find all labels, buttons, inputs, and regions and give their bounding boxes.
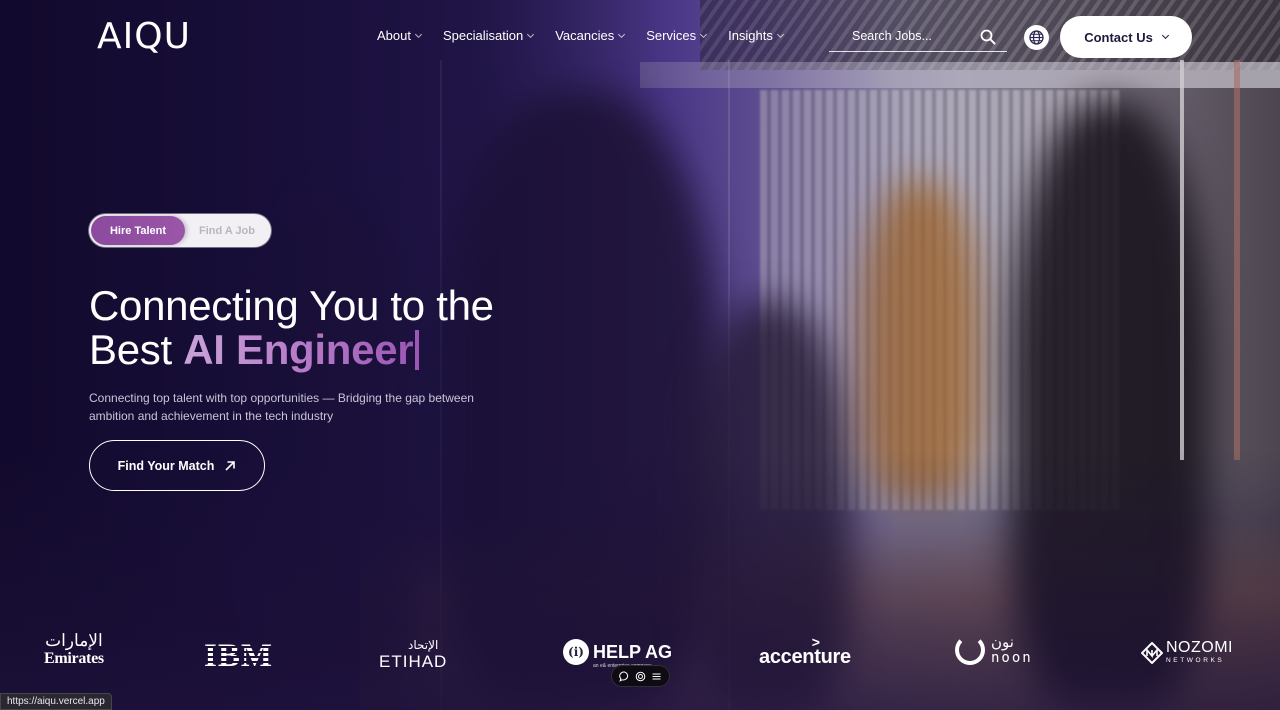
- logo-arabic-text: نون: [991, 633, 1014, 651]
- client-logo-ibm: IBM: [204, 638, 273, 675]
- client-logo-etihad: الإتحاد ETIHAD: [379, 638, 447, 672]
- logo-text: ETIHAD: [379, 652, 448, 671]
- logo-text: Emirates: [44, 650, 104, 667]
- contact-us-label: Contact Us: [1084, 29, 1153, 45]
- nav-label: Vacancies: [555, 28, 615, 43]
- cta-label: Find Your Match: [117, 458, 215, 473]
- nav-label: Insights: [728, 28, 773, 43]
- chevron-down-icon: [527, 30, 535, 39]
- client-logo-help-ag: (i) HELP AG an e& enterprise company: [563, 639, 673, 669]
- nav-item-about[interactable]: About: [377, 28, 423, 43]
- chevron-down-icon: [776, 30, 784, 39]
- logo-subtext: NETWORKS: [1166, 657, 1225, 664]
- chevron-down-icon: [700, 30, 708, 39]
- search-icon[interactable]: [979, 28, 997, 46]
- contact-us-button[interactable]: Contact Us: [1060, 16, 1192, 58]
- client-logo-emirates: الإمارات Emirates: [44, 632, 104, 668]
- chevron-down-icon: [1161, 31, 1169, 40]
- logo-arabic-text: الإمارات: [45, 631, 103, 651]
- floating-toolbar: [611, 665, 670, 687]
- comment-icon[interactable]: [619, 670, 631, 682]
- logo-text: HELP AG: [593, 641, 673, 662]
- help-ag-badge-icon: (i): [563, 639, 589, 665]
- accenture-mark-icon: >: [811, 634, 820, 650]
- arrow-up-right-icon: [225, 460, 236, 471]
- client-logo-noon: نون noon: [955, 634, 1033, 666]
- nav-label: About: [377, 28, 411, 43]
- job-search: [829, 24, 1007, 52]
- nav-label: Specialisation: [442, 28, 524, 43]
- headline-line-1: Connecting You to the: [89, 282, 494, 329]
- logo-text: NOZOMI: [1166, 639, 1233, 656]
- aiqu-logo[interactable]: AIQU: [97, 16, 191, 57]
- chevron-down-icon: [618, 30, 626, 39]
- copyright-icon[interactable]: [634, 670, 646, 682]
- headline-prefix: Best: [89, 326, 184, 373]
- hero-headline: Connecting You to the Best AI Engineer: [89, 284, 609, 372]
- nav-item-insights[interactable]: Insights: [728, 28, 784, 43]
- nav-item-services[interactable]: Services: [646, 28, 708, 43]
- nav-label: Services: [646, 28, 697, 43]
- main-nav: About Specialisation Vacancies Services …: [377, 28, 805, 43]
- client-logo-nozomi: NOZOMI NETWORKS: [1141, 640, 1233, 665]
- noon-ring-icon: [955, 635, 985, 665]
- client-logo-accenture: > accenture: [759, 634, 851, 669]
- globe-icon: [1029, 30, 1044, 45]
- toggle-hire-talent[interactable]: Hire Talent: [91, 216, 185, 245]
- nav-item-specialisation[interactable]: Specialisation: [442, 28, 535, 43]
- typing-caret: [415, 330, 420, 370]
- search-input[interactable]: [829, 24, 969, 48]
- logo-arabic-text: الإتحاد: [408, 638, 439, 652]
- site-header: AIQU About Specialisation Vacancies Serv…: [0, 0, 1280, 72]
- logo-text: noon: [991, 650, 1033, 666]
- find-your-match-button[interactable]: Find Your Match: [89, 440, 265, 491]
- logo-text: accenture: [759, 646, 851, 668]
- toggle-find-a-job[interactable]: Find A Job: [185, 216, 269, 245]
- nav-item-vacancies[interactable]: Vacancies: [555, 28, 626, 43]
- headline-typed-accent: AI Engineer: [183, 326, 414, 373]
- audience-toggle: Hire Talent Find A Job: [89, 214, 271, 247]
- nozomi-mark-icon: [1141, 641, 1163, 664]
- chevron-down-icon: [414, 30, 423, 39]
- status-bar-url: https://aiqu.vercel.app: [0, 693, 112, 710]
- language-button[interactable]: [1024, 25, 1049, 50]
- hero-subtext: Connecting top talent with top opportuni…: [89, 391, 474, 423]
- menu-icon[interactable]: [650, 670, 662, 682]
- logo-text: IBM: [204, 638, 273, 674]
